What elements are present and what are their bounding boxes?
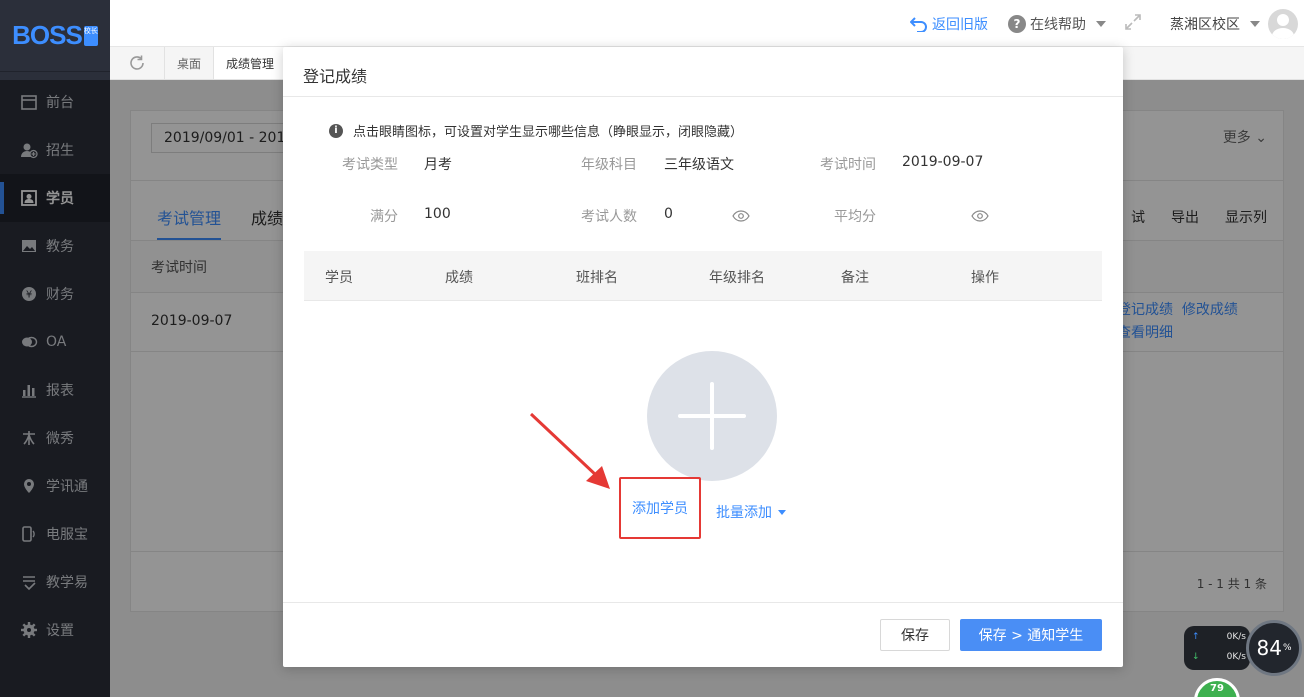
back-label: 返回旧版 <box>932 16 988 33</box>
upload-arrow-icon: ↑ <box>1192 632 1200 642</box>
avatar[interactable] <box>1268 8 1298 39</box>
average-label: 平均分 <box>834 209 876 225</box>
topbar-right: 返回旧版 ? 在线帮助 蒸湘区校区 <box>910 0 1304 47</box>
column-student: 学员 <box>325 270 353 286</box>
online-help-dropdown[interactable]: ? 在线帮助 <box>1008 14 1106 34</box>
download-row: ↓ 0K/s <box>1192 652 1246 662</box>
column-class-rank: 班排名 <box>576 270 618 286</box>
logo-badge: 校长 <box>83 25 98 46</box>
column-score: 成绩 <box>445 270 473 286</box>
visibility-notice: i 点击眼睛图标，可设置对学生显示哪些信息（睁眼显示，闭眼隐藏） <box>329 121 743 140</box>
topbar: 返回旧版 ? 在线帮助 蒸湘区校区 <box>110 0 1304 47</box>
full-score-value: 100 <box>424 206 451 222</box>
save-label: 保存 <box>901 628 929 644</box>
logo-text: BOSS <box>12 20 83 50</box>
download-speed: 0K/s <box>1226 652 1246 662</box>
gauge-unit: % <box>1282 643 1292 653</box>
exam-type-value: 月考 <box>424 157 452 173</box>
back-to-old-version-link[interactable]: 返回旧版 <box>910 14 988 34</box>
save-and-notify-button[interactable]: 保存 > 通知学生 <box>960 619 1102 651</box>
exam-count-label: 考试人数 <box>581 209 637 225</box>
logo[interactable]: BOSS 校长 <box>0 0 110 72</box>
grade-subject-value: 三年级语文 <box>664 157 734 173</box>
help-label: 在线帮助 <box>1030 16 1086 33</box>
upload-speed: 0K/s <box>1226 632 1246 642</box>
upload-row: ↑ 0K/s <box>1192 632 1246 642</box>
exam-count-value: 0 <box>664 206 673 222</box>
caret-down-icon <box>778 509 786 515</box>
grade-subject-label: 年级科目 <box>581 157 637 173</box>
school-selector[interactable]: 蒸湘区校区 <box>1170 14 1260 34</box>
tab-desktop[interactable]: 桌面 <box>165 47 215 79</box>
eye-icon[interactable] <box>732 210 750 222</box>
column-operation: 操作 <box>971 270 999 286</box>
undo-icon <box>910 16 927 32</box>
column-remark: 备注 <box>841 270 869 286</box>
info-icon: i <box>329 123 343 138</box>
register-score-dialog: 登记成绩 i 点击眼睛图标，可设置对学生显示哪些信息（睁眼显示，闭眼隐藏） 考试… <box>283 47 1123 667</box>
gauge-value: 84 <box>1256 636 1282 660</box>
exam-type-label: 考试类型 <box>342 157 398 173</box>
column-grade-rank: 年级排名 <box>709 270 765 286</box>
download-arrow-icon: ↓ <box>1192 652 1200 662</box>
score-table-header: 学员 成绩 班排名 年级排名 备注 操作 <box>304 251 1102 301</box>
exam-time-label: 考试时间 <box>820 157 876 173</box>
dialog-title: 登记成绩 <box>303 67 368 86</box>
school-label: 蒸湘区校区 <box>1170 16 1240 33</box>
network-speed-widget[interactable]: ↑ 0K/s ↓ 0K/s <box>1184 626 1250 670</box>
help-icon: ? <box>1008 14 1026 33</box>
fullscreen-icon[interactable] <box>1124 13 1142 35</box>
memory-usage-gauge[interactable]: 84% <box>1246 620 1302 676</box>
refresh-icon[interactable] <box>110 47 165 79</box>
exam-time-value: 2019-09-07 <box>902 154 984 170</box>
save-button[interactable]: 保存 <box>880 619 950 651</box>
full-score-label: 满分 <box>370 209 398 225</box>
notice-text: 点击眼睛图标，可设置对学生显示哪些信息（睁眼显示，闭眼隐藏） <box>353 125 744 140</box>
chevron-down-icon <box>1096 20 1106 27</box>
dialog-header: 登记成绩 <box>283 47 1123 97</box>
eye-icon[interactable] <box>971 210 989 222</box>
save-notify-label: 保存 > 通知学生 <box>978 628 1084 644</box>
add-circle-icon[interactable] <box>647 351 777 481</box>
red-arrow-annotation <box>529 412 610 489</box>
tab-label: 成绩管理 <box>226 56 275 71</box>
batch-add-label: 批量添加 <box>716 505 772 521</box>
chevron-down-icon <box>1250 20 1260 27</box>
tab-label: 桌面 <box>177 56 202 71</box>
batch-add-dropdown[interactable]: 批量添加 <box>716 502 786 522</box>
add-student-button[interactable]: 添加学员 <box>619 477 701 539</box>
mini-value: 79 <box>1210 683 1224 694</box>
add-student-label: 添加学员 <box>632 501 688 517</box>
